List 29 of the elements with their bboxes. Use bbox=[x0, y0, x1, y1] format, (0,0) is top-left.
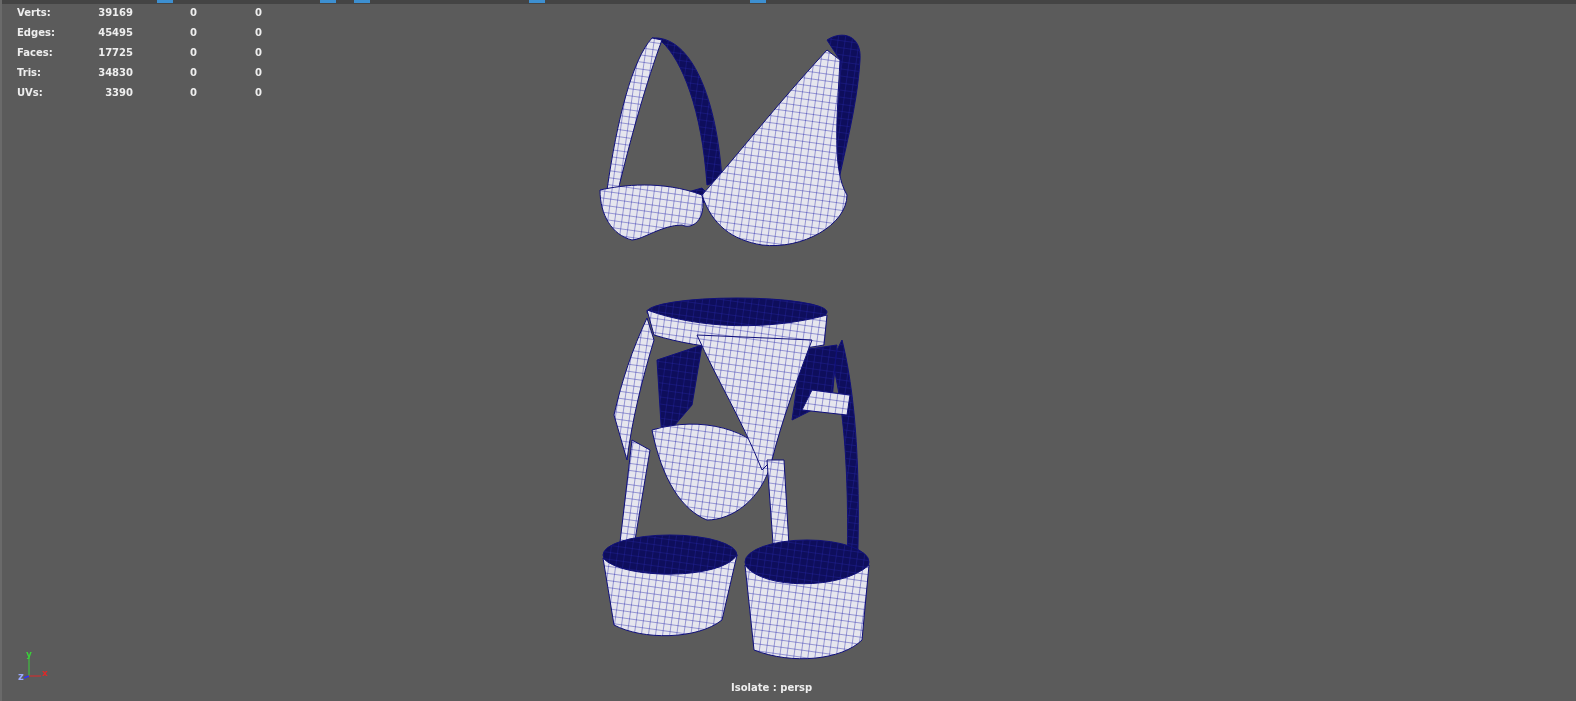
axis-label: y bbox=[26, 649, 32, 659]
toolbar-icon[interactable] bbox=[354, 0, 370, 3]
toolbar-icon[interactable] bbox=[750, 0, 766, 3]
stat-value: 0 bbox=[189, 66, 197, 80]
stat-label: Tris: bbox=[17, 66, 43, 80]
stat-value: 0 bbox=[189, 6, 197, 20]
stat-value: 0 bbox=[254, 26, 262, 40]
stat-label: Edges: bbox=[17, 26, 56, 40]
stat-value: 45495 bbox=[97, 26, 133, 40]
toolbar-icon[interactable] bbox=[320, 0, 336, 3]
stat-value: 0 bbox=[254, 66, 262, 80]
toolbar-icon[interactable] bbox=[157, 0, 173, 3]
stat-label: Faces: bbox=[17, 46, 54, 60]
stat-value: 0 bbox=[254, 86, 262, 100]
stat-value: 0 bbox=[189, 86, 197, 100]
stat-value: 3390 bbox=[104, 86, 133, 100]
viewport-label: Isolate : persp bbox=[731, 682, 813, 693]
stat-value: 0 bbox=[189, 26, 197, 40]
stat-label: Verts: bbox=[17, 6, 52, 20]
stat-value: 0 bbox=[254, 6, 262, 20]
stat-value: 17725 bbox=[97, 46, 133, 60]
stat-label: UVs: bbox=[17, 86, 44, 100]
axis-label: z bbox=[18, 671, 24, 682]
axis-label: x bbox=[42, 668, 48, 678]
stat-value: 0 bbox=[189, 46, 197, 60]
toolbar-icon[interactable] bbox=[529, 0, 545, 3]
stat-value: 39169 bbox=[97, 6, 133, 20]
stat-value: 0 bbox=[254, 46, 262, 60]
stat-value: 34830 bbox=[97, 66, 133, 80]
